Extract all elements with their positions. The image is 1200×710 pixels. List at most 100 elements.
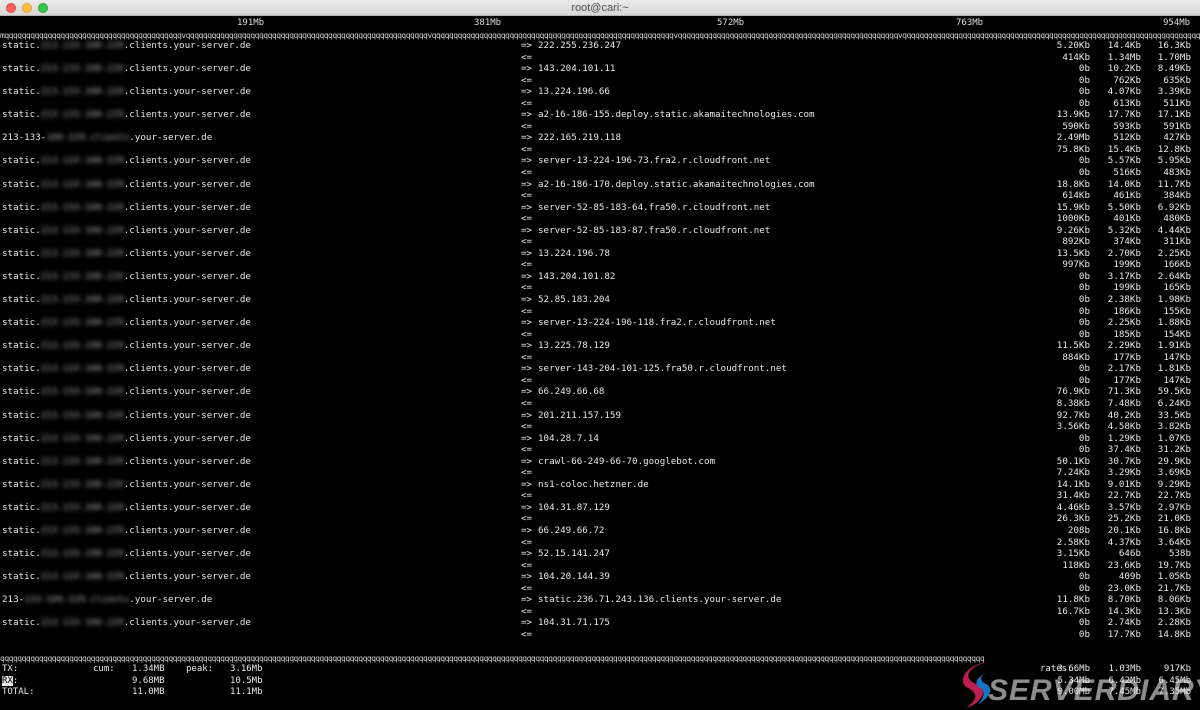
host-redacted: 213-133-100-229: [40, 409, 124, 421]
terminal[interactable]: 191Mb 381Mb 572Mb 763Mb 954Mb mqqqqqqqqq…: [0, 16, 1200, 710]
in-rate-10s: 4.58Kb: [1107, 421, 1141, 433]
in-rate-2s: 884Kb: [1062, 351, 1090, 363]
host-prefix: static.: [2, 270, 41, 282]
local-host: static.213-133-100-229.clients.your-serv…: [2, 271, 251, 283]
host-suffix: .clients.your-server.de: [123, 386, 251, 398]
connection-row-out: static.213-133-100-229.clients.your-serv…: [0, 340, 1200, 352]
out-rate-2s: 2.49Mb: [1056, 132, 1090, 144]
in-rate-10s: 177Kb: [1113, 351, 1141, 363]
local-host: static.213-133-100-229.clients.your-serv…: [2, 571, 251, 583]
local-host: static.213-133-100-229.clients.your-serv…: [2, 479, 251, 491]
host-redacted: 213-133-100-229: [40, 247, 124, 259]
out-rate-40s: 1.81Kb: [1157, 363, 1191, 375]
out-rate-2s: 76.9Kb: [1056, 386, 1090, 398]
minimize-window-button[interactable]: [22, 3, 32, 13]
direction-out-arrow: =>: [521, 178, 533, 190]
host-redacted: 213-133-100-229: [40, 501, 124, 513]
in-rate-2s: 0b: [1078, 374, 1090, 386]
in-rate-40s: 384Kb: [1163, 190, 1191, 202]
direction-out-arrow: =>: [521, 432, 533, 444]
host-prefix: static.: [2, 86, 41, 98]
scale-label: 954Mb: [1163, 18, 1191, 28]
in-rate-2s: 7.24Kb: [1056, 467, 1090, 479]
connection-row-out: static.213-133-100-229.clients.your-serv…: [0, 40, 1200, 52]
in-rate-40s: 483Kb: [1163, 167, 1191, 179]
in-rate-2s: 2.58Kb: [1056, 536, 1090, 548]
direction-in-arrow: <=: [521, 490, 533, 502]
host-suffix: .clients.your-server.de: [123, 432, 251, 444]
out-rate-2s: 13.9Kb: [1056, 109, 1090, 121]
connection-row-out: static.213-133-100-229.clients.your-serv…: [0, 525, 1200, 537]
out-rate-10s: 3.57Kb: [1107, 501, 1141, 513]
out-rate-40s: 33.5Kb: [1157, 409, 1191, 421]
host-redacted: 213-133-100-229: [40, 294, 124, 306]
host-prefix: static.: [2, 109, 41, 121]
connection-row-out: static.213-133-100-229.clients.your-serv…: [0, 363, 1200, 375]
direction-in-arrow: <=: [521, 236, 533, 248]
host-redacted: 213-133-100-229: [40, 63, 124, 75]
out-rate-2s: 18.8Kb: [1056, 178, 1090, 190]
in-rate-10s: 15.4Kb: [1107, 143, 1141, 155]
watermark-logo: SERVERDIARY: [958, 656, 1200, 710]
in-rate-40s: 147Kb: [1163, 351, 1191, 363]
remote-host: server-143-204-101-125.fra50.r.cloudfron…: [538, 363, 787, 375]
direction-out-arrow: =>: [521, 63, 533, 75]
connection-row-in: <= 997Kb 199Kb 166Kb: [0, 259, 1200, 271]
local-host: static.213-133-100-229.clients.your-serv…: [2, 317, 251, 329]
direction-in-arrow: <=: [521, 421, 533, 433]
total-label: TOTAL:: [2, 687, 35, 697]
out-rate-40s: 2.25Kb: [1157, 247, 1191, 259]
direction-out-arrow: =>: [521, 501, 533, 513]
host-prefix: static.: [2, 247, 41, 259]
in-rate-40s: 147Kb: [1163, 374, 1191, 386]
host-suffix: .clients.your-server.de: [123, 548, 251, 560]
host-redacted: 213-133-100-229: [40, 109, 124, 121]
in-rate-10s: 516Kb: [1113, 167, 1141, 179]
local-host: static.213-133-100-229.clients.your-serv…: [2, 363, 251, 375]
remote-host: ns1-coloc.hetzner.de: [538, 478, 649, 490]
direction-out-arrow: =>: [521, 455, 533, 467]
in-rate-40s: 31.2Kb: [1157, 444, 1191, 456]
out-rate-10s: 71.3Kb: [1107, 386, 1141, 398]
local-host: static.213-133-100-229.clients.your-serv…: [2, 40, 251, 52]
host-redacted: 213-133-100-229: [40, 386, 124, 398]
host-redacted: 213-133-100-229: [40, 40, 124, 51]
host-suffix: .clients.your-server.de: [123, 40, 251, 51]
host-prefix: static.: [2, 501, 41, 513]
connection-row-out: static.213-133-100-229.clients.your-serv…: [0, 109, 1200, 121]
connection-row-out: static.213-133-100-229.clients.your-serv…: [0, 479, 1200, 491]
local-host: static.213-133-100-229.clients.your-serv…: [2, 525, 251, 537]
out-rate-2s: 11.5Kb: [1056, 340, 1090, 352]
out-rate-40s: 427Kb: [1163, 132, 1191, 144]
out-rate-2s: 0b: [1078, 317, 1090, 329]
host-redacted: 213-133-100-229: [40, 155, 124, 167]
in-rate-2s: 0b: [1078, 628, 1090, 640]
host-redacted: 213-133-100-229: [40, 524, 124, 536]
direction-out-arrow: =>: [521, 478, 533, 490]
out-rate-40s: 59.5Kb: [1157, 386, 1191, 398]
zoom-window-button[interactable]: [38, 3, 48, 13]
direction-in-arrow: <=: [521, 143, 533, 155]
connection-row-in: <= 8.38Kb 7.48Kb 6.24Kb: [0, 398, 1200, 410]
out-rate-10s: 409b: [1118, 571, 1141, 583]
in-rate-2s: 892Kb: [1062, 236, 1090, 248]
connection-row-in: <= 892Kb 374Kb 311Kb: [0, 236, 1200, 248]
host-suffix: .clients.your-server.de: [123, 63, 251, 75]
direction-out-arrow: =>: [521, 340, 533, 352]
local-host: static.213-133-100-229.clients.your-serv…: [2, 202, 251, 214]
in-rate-2s: 0b: [1078, 282, 1090, 294]
out-rate-2s: 0b: [1078, 363, 1090, 375]
local-host: static.213-133-100-229.clients.your-serv…: [2, 294, 251, 306]
host-redacted: 213-133-100-229: [40, 340, 124, 352]
host-prefix: static.: [2, 386, 41, 398]
direction-out-arrow: =>: [521, 409, 533, 421]
connection-row-in: <= 884Kb 177Kb 147Kb: [0, 352, 1200, 364]
host-suffix: .clients.your-server.de: [123, 247, 251, 259]
close-window-button[interactable]: [6, 3, 16, 13]
host-suffix: .clients.your-server.de: [123, 294, 251, 306]
host-suffix: .clients.your-server.de: [123, 86, 251, 98]
total-peak-value: 11.1Mb: [230, 687, 263, 697]
out-rate-40s: 3.39Kb: [1157, 86, 1191, 98]
in-rate-40s: 165Kb: [1163, 282, 1191, 294]
out-rate-2s: 0b: [1078, 155, 1090, 167]
